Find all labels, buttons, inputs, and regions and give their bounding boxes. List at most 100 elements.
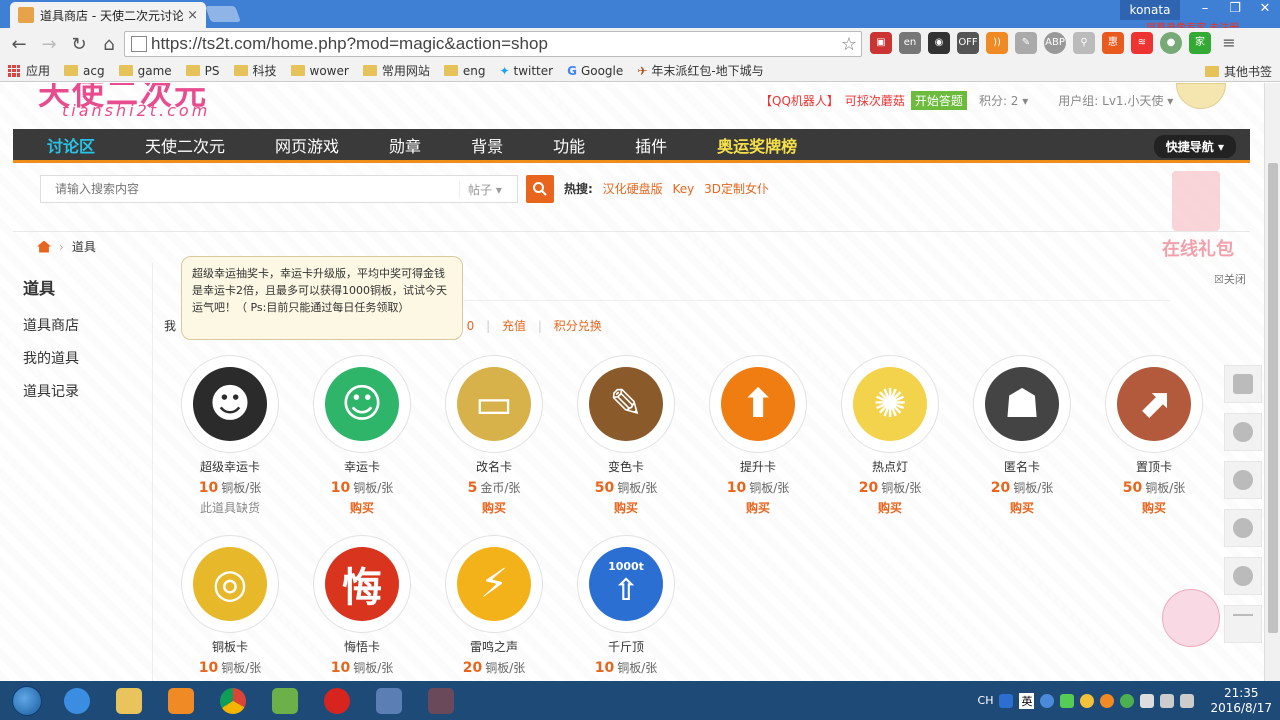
nav-background[interactable]: 背景 bbox=[471, 133, 503, 157]
buy-button[interactable]: 购买 bbox=[840, 499, 940, 516]
nav-olympic[interactable]: 奥运奖牌榜 bbox=[717, 133, 797, 157]
bookmark-folder[interactable]: PS bbox=[185, 64, 220, 78]
extension-icon[interactable]: ▣ bbox=[870, 32, 892, 54]
buy-button[interactable]: 购买 bbox=[972, 499, 1072, 516]
harvest-link[interactable]: 可採次蘑菇 bbox=[845, 92, 905, 109]
exchange-link[interactable]: 积分兑换 bbox=[554, 319, 602, 333]
clock[interactable]: 21:35 2016/8/17 bbox=[1210, 686, 1272, 716]
hot-search-link[interactable]: Key bbox=[672, 182, 694, 196]
item-image[interactable]: ☻ bbox=[181, 355, 279, 453]
item-image[interactable]: ☗ bbox=[973, 355, 1071, 453]
profile-button[interactable]: konata bbox=[1120, 0, 1180, 20]
taskbar-chart-app[interactable] bbox=[262, 683, 308, 719]
bookmark-twitter[interactable]: ✦ twitter bbox=[499, 64, 553, 78]
item-name[interactable]: 热点灯 bbox=[840, 458, 940, 475]
nav-function[interactable]: 功能 bbox=[553, 133, 585, 157]
recharge-link[interactable]: 充值 bbox=[502, 319, 526, 333]
address-bar[interactable]: https://ts2t.com/home.php?mod=magic&acti… bbox=[124, 31, 862, 57]
points-dropdown[interactable]: 积分: 2 ▾ bbox=[979, 92, 1028, 109]
forward-icon[interactable]: → bbox=[34, 34, 64, 55]
calendar-button[interactable] bbox=[1224, 365, 1262, 403]
sidebar-item-shop[interactable]: 道具商店 bbox=[23, 315, 79, 335]
buy-button[interactable]: 购买 bbox=[444, 499, 544, 516]
bookmark-apps[interactable]: 应用 bbox=[8, 62, 50, 79]
item-name[interactable]: 悔悟卡 bbox=[312, 638, 412, 655]
taskbar-recorder[interactable] bbox=[418, 683, 464, 719]
adblock-icon[interactable]: ABP bbox=[1044, 32, 1066, 54]
page-scrollbar[interactable] bbox=[1264, 83, 1280, 681]
buy-button[interactable]: 购买 bbox=[1104, 499, 1204, 516]
flag-icon[interactable] bbox=[1140, 693, 1155, 708]
hot-search-link[interactable]: 汉化硬盘版 bbox=[603, 182, 663, 196]
item-image[interactable]: ⚡ bbox=[445, 535, 543, 633]
bookmark-star-icon[interactable]: ☆ bbox=[841, 34, 857, 55]
item-name[interactable]: 超级幸运卡 bbox=[180, 458, 280, 475]
item-name[interactable]: 铜板卡 bbox=[180, 638, 280, 655]
taskbar-ie[interactable] bbox=[54, 683, 100, 719]
item-card[interactable]: ✎ 变色卡 50 铜板/张 购买 bbox=[576, 355, 676, 516]
sidebar-item-records[interactable]: 道具记录 bbox=[23, 381, 79, 401]
item-image[interactable]: ☺ bbox=[313, 355, 411, 453]
start-button[interactable] bbox=[0, 681, 54, 720]
item-card[interactable]: ▭ 改名卡 5 金币/张 购买 bbox=[444, 355, 544, 516]
item-card[interactable]: ☺ 幸运卡 10 铜板/张 购买 bbox=[312, 355, 412, 516]
bookmark-google[interactable]: G Google bbox=[567, 64, 623, 78]
extension-icon[interactable]: ≋ bbox=[1131, 32, 1153, 54]
notification-button[interactable] bbox=[1224, 461, 1262, 499]
item-name[interactable]: 改名卡 bbox=[444, 458, 544, 475]
url-text[interactable]: https://ts2t.com/home.php?mod=magic&acti… bbox=[151, 34, 841, 54]
item-card[interactable]: ⬈ 置顶卡 50 铜板/张 购买 bbox=[1104, 355, 1204, 516]
taskbar-music[interactable] bbox=[314, 683, 360, 719]
item-image[interactable]: ▭ bbox=[445, 355, 543, 453]
mascot-avatar[interactable] bbox=[1162, 589, 1220, 647]
item-card[interactable]: 1000t⇧千斤顶10铜板/张购买 bbox=[576, 535, 676, 681]
qq-robot-link[interactable]: 【QQ机器人】 bbox=[760, 92, 839, 109]
language-indicator[interactable]: CH bbox=[978, 694, 994, 707]
item-image[interactable]: ⬈ bbox=[1105, 355, 1203, 453]
item-name[interactable]: 幸运卡 bbox=[312, 458, 412, 475]
nav-forum[interactable]: 讨论区 bbox=[47, 133, 95, 157]
bookmark-folder[interactable]: wower bbox=[290, 64, 349, 78]
item-image[interactable]: 悔 bbox=[313, 535, 411, 633]
taskbar-network[interactable] bbox=[366, 683, 412, 719]
answer-button[interactable]: 开始答题 bbox=[910, 91, 967, 110]
extension-icon[interactable]: 家 bbox=[1189, 32, 1211, 54]
item-image[interactable]: ◎ bbox=[181, 535, 279, 633]
item-name[interactable]: 提升卡 bbox=[708, 458, 808, 475]
bookmark-folder[interactable]: 科技 bbox=[233, 62, 277, 79]
search-tool-button[interactable] bbox=[1224, 413, 1262, 451]
minimize-button[interactable]: – bbox=[1190, 0, 1220, 20]
nav-medal[interactable]: 勋章 bbox=[389, 133, 421, 157]
item-card[interactable]: 悔悔悟卡10铜板/张购买 bbox=[312, 535, 412, 681]
extension-icon[interactable]: 惠 bbox=[1102, 32, 1124, 54]
item-name[interactable]: 置顶卡 bbox=[1104, 458, 1204, 475]
buy-button[interactable]: 购买 bbox=[576, 499, 676, 516]
help-icon[interactable] bbox=[1040, 693, 1055, 708]
ime-search-icon[interactable] bbox=[999, 693, 1014, 708]
close-window-button[interactable]: ✕ bbox=[1250, 0, 1280, 20]
reload-icon[interactable]: ↻ bbox=[64, 34, 94, 55]
extension-icon[interactable]: OFF bbox=[957, 32, 979, 54]
item-card[interactable]: ◎铜板卡10铜板/张购买 bbox=[180, 535, 280, 681]
item-image[interactable]: ✎ bbox=[577, 355, 675, 453]
bookmark-folder[interactable]: 常用网站 bbox=[362, 62, 430, 79]
sidebar-item-my-items[interactable]: 我的道具 bbox=[23, 348, 79, 368]
taskbar-chrome[interactable] bbox=[210, 683, 256, 719]
extension-icon[interactable]: ✎ bbox=[1015, 32, 1037, 54]
scroll-thumb[interactable] bbox=[1268, 163, 1278, 633]
item-image[interactable]: 1000t ⇧ bbox=[577, 535, 675, 633]
item-card[interactable]: ⬆ 提升卡 10 铜板/张 购买 bbox=[708, 355, 808, 516]
volume-icon[interactable] bbox=[1180, 693, 1195, 708]
battery-icon[interactable] bbox=[1060, 693, 1075, 708]
item-card[interactable]: ☗ 匿名卡 20 铜板/张 购买 bbox=[972, 355, 1072, 516]
search-input[interactable] bbox=[41, 176, 459, 202]
wechat-button[interactable] bbox=[1224, 509, 1262, 547]
breadcrumb-current[interactable]: 道具 bbox=[72, 238, 96, 255]
bookmark-folder[interactable]: eng bbox=[443, 64, 485, 78]
home-icon[interactable]: ⌂ bbox=[94, 34, 124, 55]
item-name[interactable]: 变色卡 bbox=[576, 458, 676, 475]
rss-icon[interactable]: )) bbox=[986, 32, 1008, 54]
wifi-icon[interactable] bbox=[1160, 693, 1175, 708]
qq-icon[interactable] bbox=[1080, 693, 1095, 708]
back-icon[interactable]: ← bbox=[4, 34, 34, 55]
